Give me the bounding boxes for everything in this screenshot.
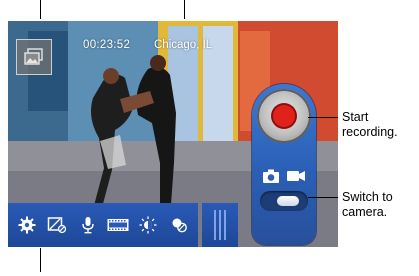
record-icon (273, 105, 295, 127)
effects-button[interactable] (168, 214, 190, 236)
camcorder-viewfinder: 00:23:52 Chicago, IL (8, 21, 338, 247)
flash-off-icon (48, 217, 67, 234)
settings-gear-icon (18, 216, 36, 234)
gallery-thumbnail-button[interactable] (16, 39, 52, 75)
callout-line-switch (308, 197, 338, 198)
video-quality-button[interactable] (107, 214, 129, 236)
brightness-icon (139, 216, 157, 234)
effects-icon (172, 218, 187, 233)
settings-button[interactable] (16, 214, 38, 236)
settings-toolbar (8, 203, 198, 247)
capture-control-panel (252, 84, 316, 245)
camera-video-switch[interactable] (260, 191, 308, 211)
flash-button[interactable] (46, 214, 68, 236)
film-strip-icon (107, 219, 129, 231)
brightness-button[interactable] (137, 214, 159, 236)
microphone-button[interactable] (77, 214, 99, 236)
gallery-thumbnail-icon (24, 48, 43, 65)
mode-icons (260, 168, 308, 184)
recording-timer: 00:23:52 (83, 39, 131, 51)
camera-icon (263, 169, 279, 183)
microphone-icon (82, 217, 94, 234)
callout-switch-to-camera: Switch to camera. (342, 190, 393, 219)
callout-tick-thumbnail (40, 0, 41, 19)
record-button[interactable] (257, 89, 311, 143)
callout-line-record (308, 117, 338, 118)
toolbar-drag-handle[interactable] (202, 203, 238, 247)
video-camera-icon (287, 171, 305, 181)
switch-knob[interactable] (277, 196, 299, 206)
callout-start-recording: Start recording. (342, 110, 398, 139)
location-label: Chicago, IL (154, 39, 213, 51)
callout-tick-location (184, 0, 185, 19)
callout-tick-toolbar (40, 248, 41, 272)
